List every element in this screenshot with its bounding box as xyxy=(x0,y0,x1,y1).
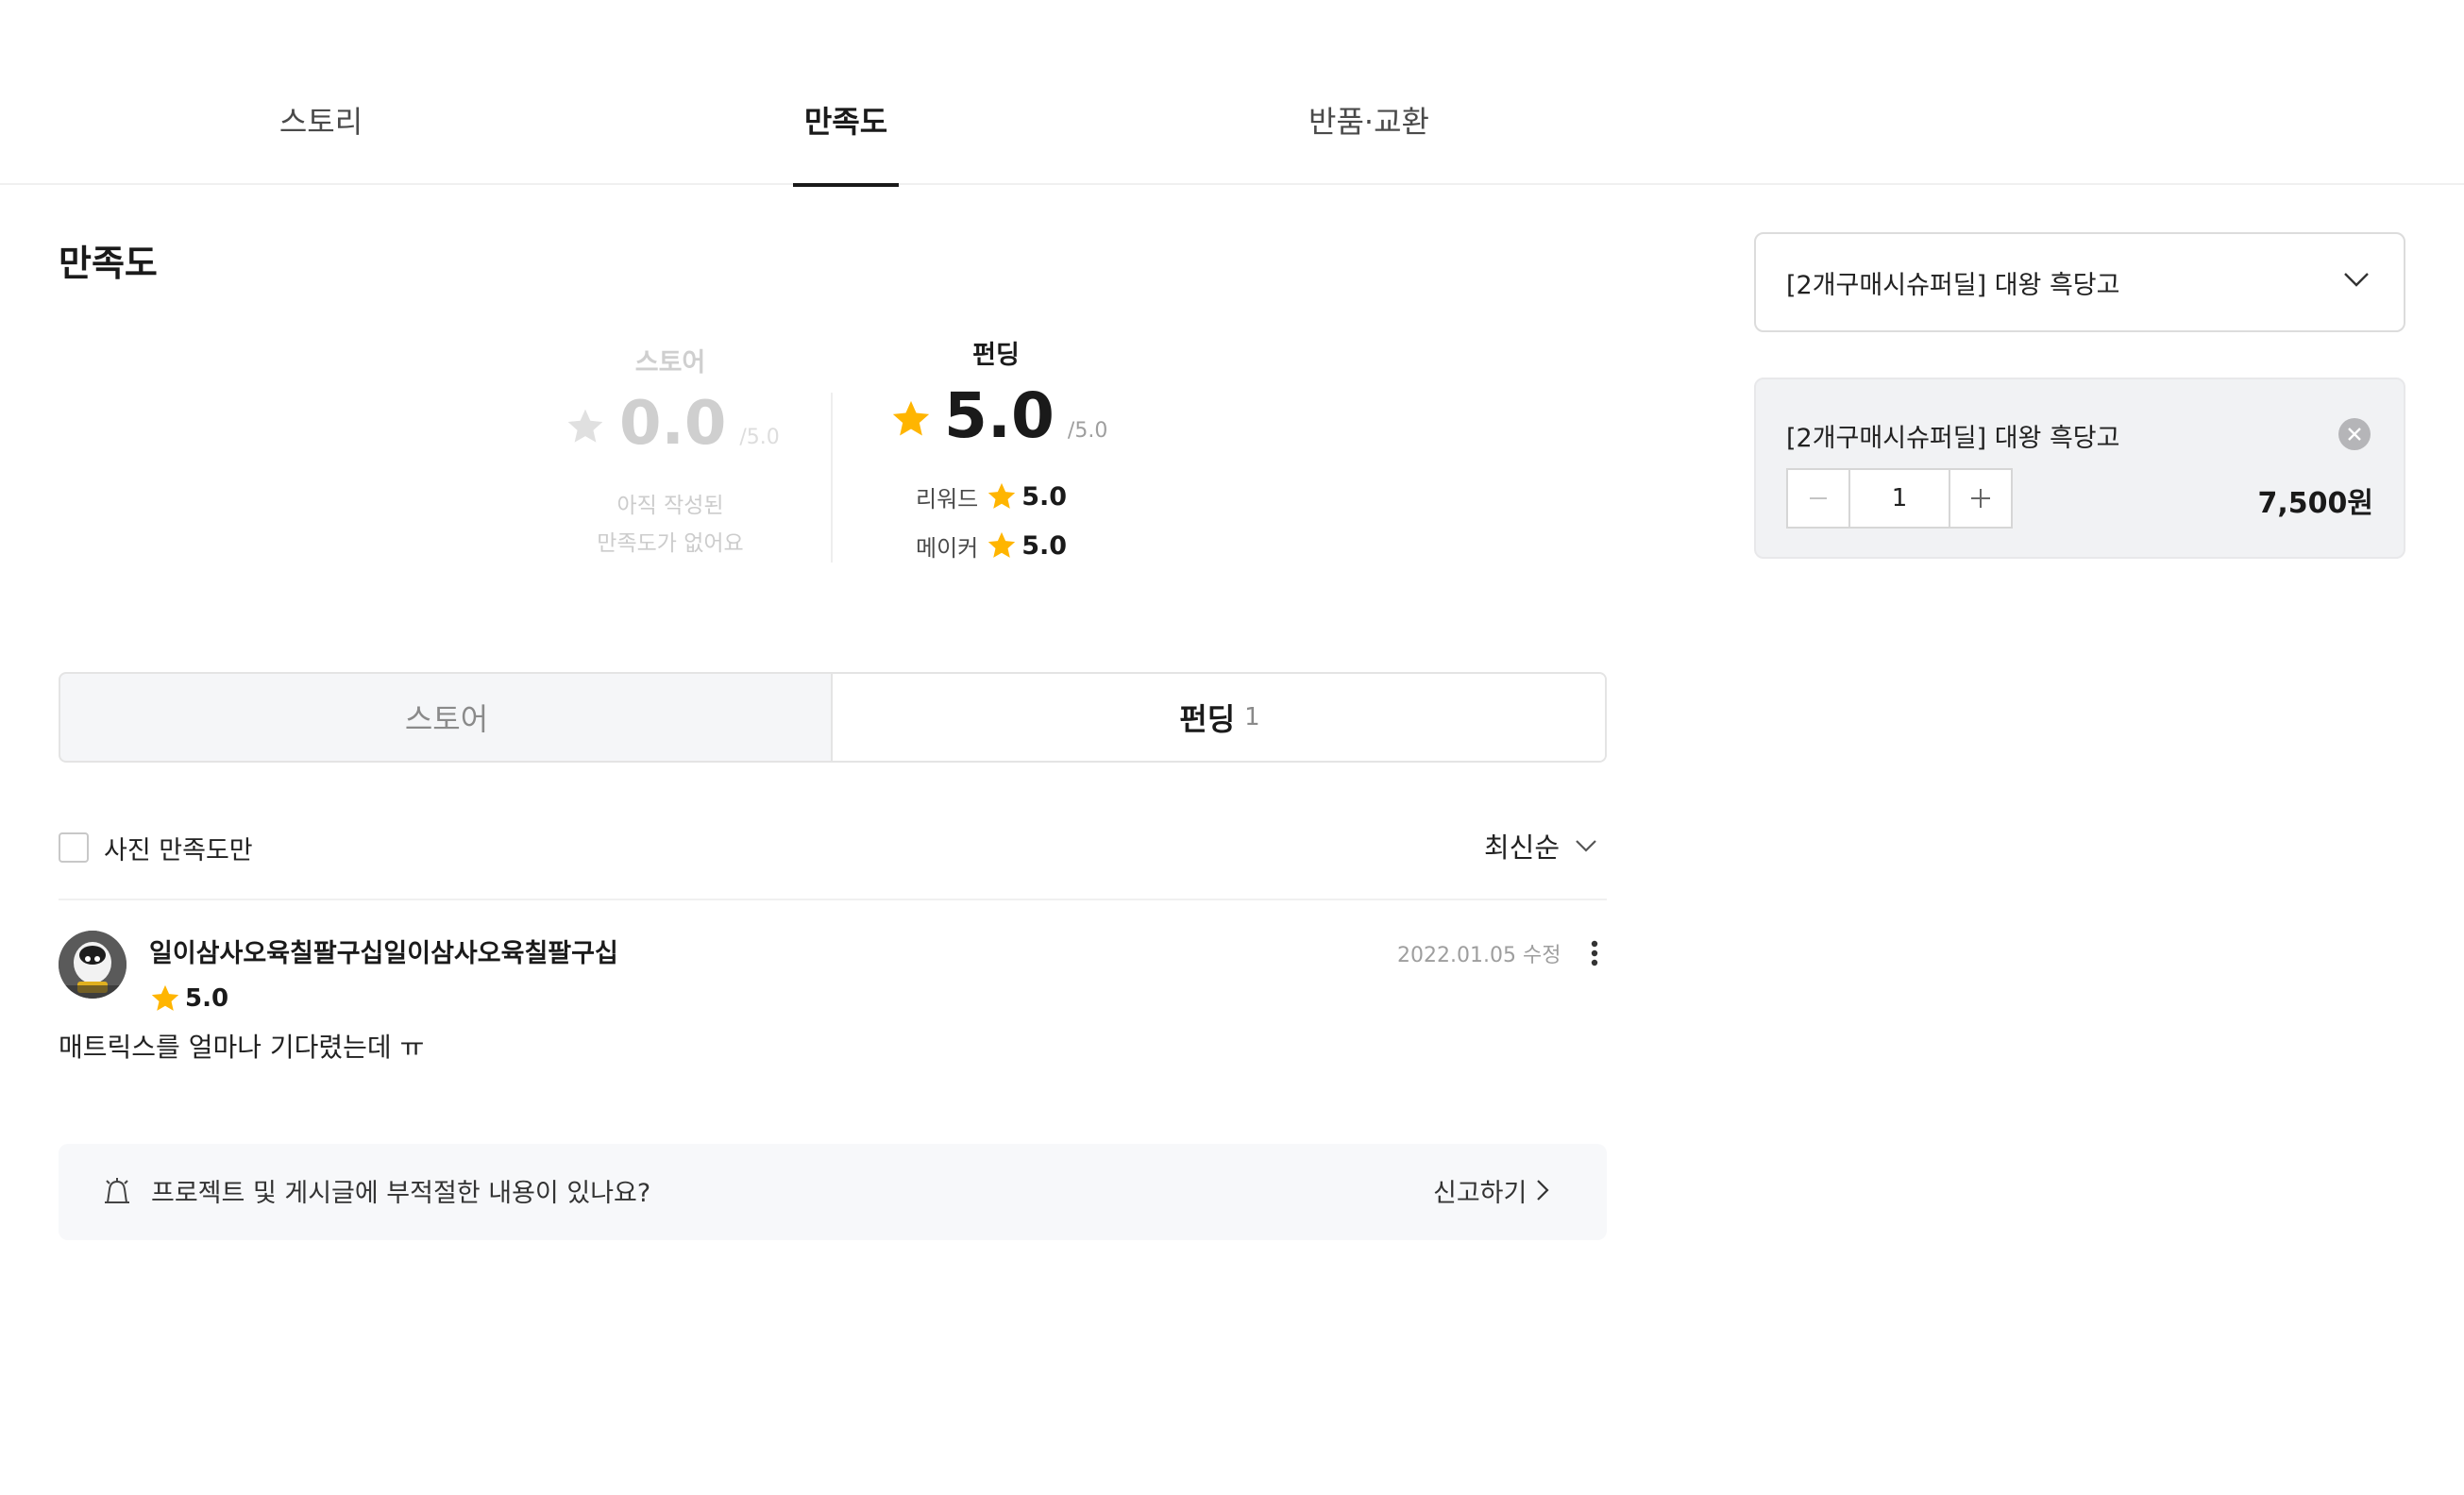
avatar[interactable] xyxy=(59,931,127,999)
tab-store-reviews[interactable]: 스토어 xyxy=(60,674,833,761)
list-divider xyxy=(59,899,1607,900)
star-icon xyxy=(567,409,603,443)
top-tab-bar: 스토리 만족도 반품·교환 xyxy=(0,0,2464,187)
tab-story[interactable]: 스토리 xyxy=(227,98,415,185)
chevron-down-icon xyxy=(1576,840,1596,852)
funding-summary-label: 펀딩 xyxy=(972,341,1020,370)
store-empty-line1: 아직 작성된 xyxy=(616,494,724,518)
close-circle-icon[interactable] xyxy=(2337,417,2371,451)
store-summary-score: 0.0 /5.0 xyxy=(565,389,780,464)
photo-only-checkbox[interactable] xyxy=(59,832,89,863)
report-link[interactable]: 신고하기 xyxy=(1433,1170,1549,1210)
review-date: 2022.01.05 수정 xyxy=(1397,944,1561,967)
selected-option-card: [2개구매시슈퍼딜] 대왕 흑당고 1 7,500원 xyxy=(1754,378,2405,559)
photo-only-filter[interactable]: 사진 만족도만 xyxy=(59,829,253,866)
more-options-button[interactable] xyxy=(1580,934,1609,972)
report-message: 프로젝트 및 게시글에 부적절한 내용이 있나요? xyxy=(151,1179,651,1208)
avatar-image xyxy=(59,931,127,999)
reward-score-value: 5.0 xyxy=(1021,481,1068,512)
tab-funding-label: 펀딩 xyxy=(1179,701,1236,737)
maker-score: 메이커 5.0 xyxy=(916,527,1067,564)
store-score-max: /5.0 xyxy=(739,426,780,449)
summary-divider xyxy=(831,393,833,563)
store-empty-line2: 만족도가 없어요 xyxy=(597,531,744,556)
plus-icon xyxy=(1971,489,1990,508)
maker-score-value: 5.0 xyxy=(1021,530,1068,561)
minus-icon xyxy=(1810,497,1827,499)
section-title: 만족도 xyxy=(59,243,158,284)
star-icon xyxy=(988,482,1016,509)
active-tab-indicator xyxy=(793,183,899,187)
reward-score-label: 리워드 xyxy=(916,485,979,512)
store-summary-label: 스토어 xyxy=(634,348,706,378)
store-empty-message: 아직 작성된 만족도가 없어요 xyxy=(566,487,774,563)
maker-score-label: 메이커 xyxy=(916,534,979,562)
tab-funding-reviews[interactable]: 펀딩 1 xyxy=(831,674,1605,761)
sort-dropdown[interactable]: 최신순 xyxy=(1484,827,1597,865)
decrease-quantity-button[interactable] xyxy=(1788,470,1850,527)
increase-quantity-button[interactable] xyxy=(1949,470,2011,527)
star-icon xyxy=(988,531,1016,558)
tab-satisfaction-label: 만족도 xyxy=(803,104,888,140)
review-author: 일이삼사오육칠팔구십일이삼사오육칠팔구십 xyxy=(149,939,618,968)
review-body: 매트릭스를 얼마나 기다렸는데 ㅠ xyxy=(59,1032,425,1063)
quantity-value[interactable]: 1 xyxy=(1850,470,1949,527)
option-select-value: [2개구매시슈퍼딜] 대왕 흑당고 xyxy=(1786,271,2120,300)
chevron-down-icon xyxy=(2344,273,2369,287)
review-rating-value: 5.0 xyxy=(185,984,229,1013)
report-link-label: 신고하기 xyxy=(1433,1178,1527,1208)
star-icon xyxy=(892,400,930,436)
store-score-value: 0.0 xyxy=(619,389,727,459)
option-select[interactable]: [2개구매시슈퍼딜] 대왕 흑당고 xyxy=(1754,232,2405,332)
sort-label: 최신순 xyxy=(1484,831,1561,864)
bell-icon xyxy=(105,1178,129,1203)
review-source-tabs: 스토어 펀딩 1 xyxy=(59,672,1607,763)
selected-option-price: 7,500원 xyxy=(2257,487,2374,520)
funding-score-value: 5.0 xyxy=(944,379,1055,452)
tab-satisfaction[interactable]: 만족도 xyxy=(793,98,899,187)
funding-score-max: /5.0 xyxy=(1067,419,1108,443)
tab-return-exchange[interactable]: 반품·교환 xyxy=(1274,98,1463,185)
reward-score: 리워드 5.0 xyxy=(916,478,1067,515)
photo-only-label: 사진 만족도만 xyxy=(104,835,253,865)
selected-option-name: [2개구매시슈퍼딜] 대왕 흑당고 xyxy=(1786,424,2120,453)
review-rating: 5.0 xyxy=(149,982,228,1016)
star-icon xyxy=(151,984,179,1011)
report-bar: 프로젝트 및 게시글에 부적절한 내용이 있나요? 신고하기 xyxy=(59,1144,1607,1240)
more-vertical-icon xyxy=(1591,940,1598,966)
chevron-right-icon xyxy=(1537,1180,1549,1201)
funding-summary-score: 5.0 /5.0 xyxy=(889,379,1107,459)
tab-funding-count: 1 xyxy=(1244,703,1260,731)
quantity-stepper: 1 xyxy=(1786,468,2013,529)
